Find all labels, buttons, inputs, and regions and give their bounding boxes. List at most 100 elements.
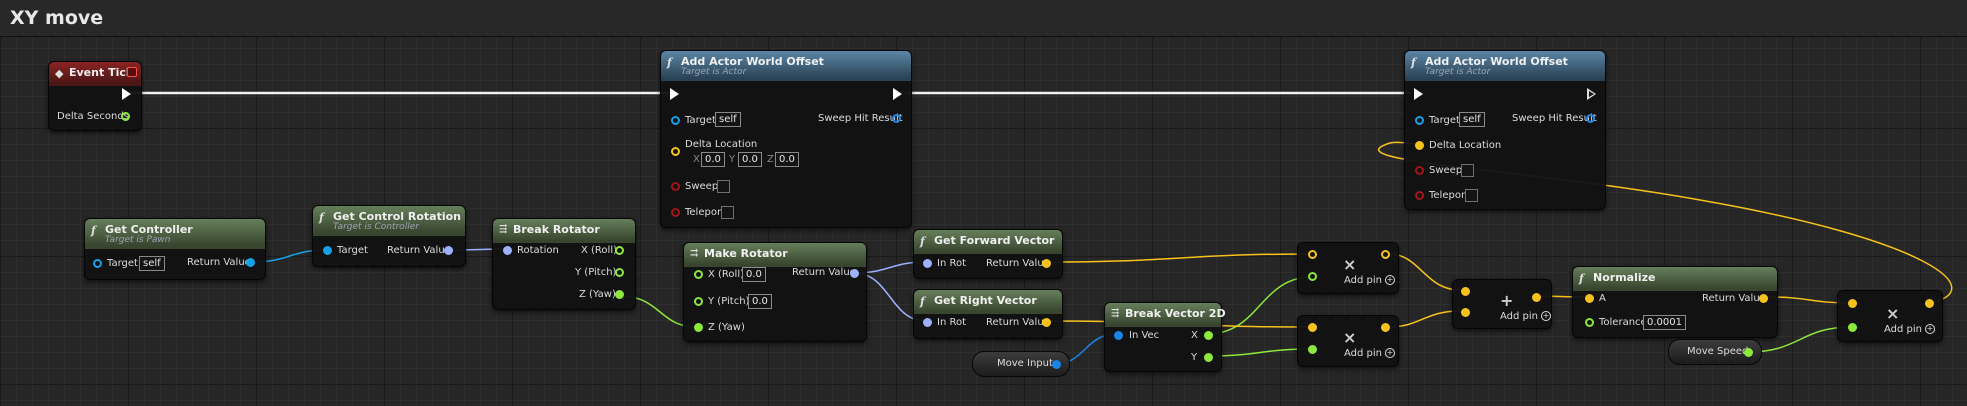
exec-out-pin[interactable] — [1587, 88, 1596, 100]
y-pin[interactable] — [1204, 353, 1213, 362]
target-pin[interactable] — [671, 116, 680, 125]
sweep-checkbox[interactable] — [1461, 164, 1474, 177]
input-a-pin[interactable] — [1308, 250, 1317, 259]
node-header: f Normalize — [1573, 267, 1777, 291]
node-multiply-2[interactable]: × Add pin + — [1297, 315, 1399, 367]
node-move-speed[interactable]: Move Speed — [1668, 339, 1762, 365]
sweep-checkbox[interactable] — [717, 180, 730, 193]
add-pin-button[interactable]: Add pin + — [1500, 311, 1552, 322]
delta-x-field[interactable]: 0.0 — [701, 152, 725, 167]
delta-seconds-pin[interactable] — [121, 112, 130, 121]
node-event-tick[interactable]: ◆ Event Tick Delta Seconds — [48, 61, 142, 131]
node-header: f Get Right Vector — [914, 290, 1062, 314]
a-pin[interactable] — [1585, 294, 1594, 303]
event-diamond-icon: ◆ — [55, 67, 64, 80]
teleport-checkbox[interactable] — [1465, 189, 1478, 202]
input-b-pin[interactable] — [1308, 345, 1317, 354]
node-get-forward-vector[interactable]: f Get Forward Vector In Rot Return Value — [913, 229, 1063, 279]
output-pin[interactable] — [1925, 299, 1934, 308]
tolerance-pin[interactable] — [1585, 318, 1594, 327]
output-pin[interactable] — [1381, 323, 1390, 332]
add-pin-button[interactable]: Add pin + — [1344, 275, 1396, 286]
add-pin-button[interactable]: Add pin + — [1884, 324, 1936, 335]
exec-out-pin[interactable] — [893, 88, 902, 100]
target-pin[interactable] — [1415, 116, 1424, 125]
delta-y-field[interactable]: 0.0 — [738, 152, 762, 167]
target-self-field[interactable]: self — [1459, 112, 1485, 127]
event-stop-icon — [127, 67, 137, 77]
input-b-pin[interactable] — [1848, 323, 1857, 332]
input-b-pin[interactable] — [1461, 308, 1470, 317]
return-value-pin[interactable] — [850, 269, 859, 278]
node-make-rotator[interactable]: ⇉ Make Rotator X (Roll) 0.0 Return Value… — [683, 242, 867, 342]
z-yaw-pin[interactable] — [615, 290, 624, 299]
node-get-right-vector[interactable]: f Get Right Vector In Rot Return Value — [913, 289, 1063, 339]
y-pitch-pin[interactable] — [615, 268, 624, 277]
exec-in-pin[interactable] — [1414, 88, 1423, 100]
target-pin[interactable] — [93, 259, 102, 268]
input-a-pin[interactable] — [1848, 299, 1857, 308]
in-rot-pin[interactable] — [923, 259, 932, 268]
x-roll-pin[interactable] — [694, 270, 703, 279]
add-pin-label: Add pin — [1344, 275, 1383, 286]
node-get-control-rotation[interactable]: f Get Control Rotation Target is Control… — [312, 205, 466, 267]
teleport-checkbox[interactable] — [721, 206, 734, 219]
node-header: f Add Actor World Offset Target is Actor — [1405, 51, 1605, 81]
node-add-actor-world-offset-1[interactable]: f Add Actor World Offset Target is Actor… — [660, 50, 912, 228]
node-multiply-1[interactable]: × Add pin + — [1297, 242, 1399, 294]
return-value-pin[interactable] — [444, 246, 453, 255]
function-icon: f — [667, 56, 672, 69]
output-pin[interactable] — [1532, 293, 1541, 302]
target-pin[interactable] — [323, 246, 332, 255]
exec-in-pin[interactable] — [670, 88, 679, 100]
pin-label-teleport: Teleport — [1429, 190, 1469, 201]
input-a-pin[interactable] — [1461, 287, 1470, 296]
return-value-pin[interactable] — [1759, 294, 1768, 303]
move-input-pin[interactable] — [1052, 360, 1061, 369]
teleport-pin[interactable] — [1415, 191, 1424, 200]
in-rot-pin[interactable] — [923, 318, 932, 327]
x-roll-pin[interactable] — [615, 246, 624, 255]
node-break-rotator[interactable]: ⇶ Break Rotator Rotation X (Roll) Y (Pit… — [492, 218, 636, 310]
delta-z-field[interactable]: 0.0 — [775, 152, 799, 167]
move-speed-pin[interactable] — [1744, 348, 1753, 357]
node-title: Break Rotator — [513, 223, 600, 236]
node-multiply-3[interactable]: × Add pin + — [1837, 290, 1943, 342]
y-pitch-field[interactable]: 0.0 — [748, 294, 772, 309]
z-yaw-pin[interactable] — [694, 323, 703, 332]
sweep-hit-result-pin[interactable] — [1586, 114, 1595, 123]
node-add-vectors[interactable]: + Add pin + — [1452, 279, 1552, 329]
node-add-actor-world-offset-2[interactable]: f Add Actor World Offset Target is Actor… — [1404, 50, 1606, 210]
tolerance-field[interactable]: 0.0001 — [1643, 315, 1686, 330]
teleport-pin[interactable] — [671, 208, 680, 217]
exec-out-pin[interactable] — [122, 88, 131, 100]
target-self-field[interactable]: self — [715, 112, 741, 127]
pin-label-return-value: Return Value — [187, 257, 251, 268]
target-self-field[interactable]: self — [139, 256, 165, 271]
node-break-vector-2d[interactable]: ⇶ Break Vector 2D In Vec X Y — [1104, 302, 1226, 372]
x-roll-field[interactable]: 0.0 — [742, 267, 766, 282]
delta-location-pin[interactable] — [1415, 141, 1424, 150]
input-a-pin[interactable] — [1308, 323, 1317, 332]
pin-label-x-roll: X (Roll) — [581, 245, 618, 256]
x-pin[interactable] — [1204, 331, 1213, 340]
y-pitch-pin[interactable] — [694, 297, 703, 306]
input-b-pin[interactable] — [1308, 272, 1317, 281]
add-pin-label: Add pin — [1884, 324, 1923, 335]
plus-icon: + — [1541, 311, 1552, 321]
return-value-pin[interactable] — [1042, 318, 1051, 327]
sweep-pin[interactable] — [1415, 166, 1424, 175]
return-value-pin[interactable] — [246, 258, 255, 267]
node-normalize[interactable]: f Normalize A Return Value Tolerance 0.0… — [1572, 266, 1778, 338]
node-move-input[interactable]: Move Input — [972, 351, 1070, 377]
sweep-pin[interactable] — [671, 182, 680, 191]
sweep-hit-result-pin[interactable] — [892, 114, 901, 123]
delta-location-pin[interactable] — [671, 147, 680, 156]
node-get-controller[interactable]: f Get Controller Target is Pawn Target s… — [84, 218, 266, 280]
return-value-pin[interactable] — [1042, 259, 1051, 268]
in-vec-pin[interactable] — [1114, 331, 1123, 340]
output-pin[interactable] — [1381, 250, 1390, 259]
rotation-pin[interactable] — [503, 246, 512, 255]
add-pin-button[interactable]: Add pin + — [1344, 348, 1396, 359]
pin-label-sweep: Sweep — [1429, 165, 1463, 176]
